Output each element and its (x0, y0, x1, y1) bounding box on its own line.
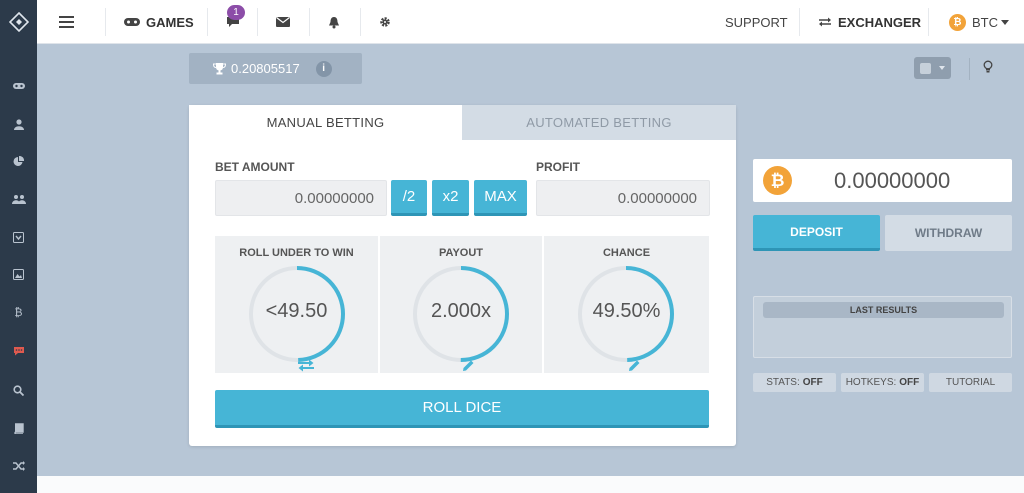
roll-under-box[interactable]: ROLL UNDER TO WIN <49.50 (215, 236, 378, 373)
bitcoin-icon[interactable]: ₿ (0, 303, 37, 323)
shuffle-icon[interactable] (0, 456, 37, 476)
menu-icon[interactable] (58, 0, 74, 44)
divider (928, 8, 929, 36)
roll-under-value: <49.50 (265, 300, 328, 322)
settings-button[interactable] (379, 0, 391, 44)
left-sidebar: ₿ (0, 0, 37, 493)
divider (309, 8, 310, 36)
exchanger-button[interactable]: EXCHANGER (818, 0, 921, 44)
image-icon[interactable] (0, 264, 37, 284)
divider (799, 8, 800, 36)
jackpot-bar: 0.20805517 i (189, 53, 362, 84)
currency-dropdown[interactable]: ₿ BTC (949, 0, 1009, 44)
gear-icon (380, 17, 390, 27)
currency-label: BTC (972, 14, 998, 30)
profit-input[interactable]: 0.00000000 (536, 180, 710, 216)
support-link[interactable]: SUPPORT (725, 0, 788, 44)
gamepad-icon (124, 18, 140, 26)
jackpot-value: 0.20805517 (231, 61, 300, 76)
chance-box[interactable]: CHANCE 49.50% (544, 236, 709, 373)
chevron-down-icon (1001, 19, 1009, 25)
games-label: GAMES (146, 14, 194, 30)
double-bet-button[interactable]: x2 (432, 180, 469, 216)
betting-panel: MANUAL BETTING AUTOMATED BETTING BET AMO… (189, 105, 736, 446)
tab-manual-betting[interactable]: MANUAL BETTING (189, 105, 462, 140)
search-icon[interactable] (0, 380, 37, 400)
divider (360, 8, 361, 36)
last-results-header: LAST RESULTS (763, 302, 1004, 318)
stats-toggle[interactable]: STATS: OFF (753, 373, 836, 392)
chance-title: CHANCE (602, 247, 651, 259)
theme-toggle[interactable] (914, 57, 951, 79)
hotkeys-toggle[interactable]: HOTKEYS: OFF (841, 373, 924, 392)
logo-icon[interactable] (0, 0, 37, 44)
divider (105, 8, 106, 36)
last-results-panel: LAST RESULTS (753, 296, 1012, 358)
bitcoin-icon: ₿ (763, 166, 792, 195)
tab-automated-betting[interactable]: AUTOMATED BETTING (462, 105, 736, 140)
max-bet-button[interactable]: MAX (474, 180, 527, 216)
user-icon[interactable] (0, 114, 37, 134)
inbox-icon[interactable] (0, 227, 37, 247)
chance-value: 49.50% (592, 300, 661, 322)
book-icon[interactable] (0, 418, 37, 438)
balance-value: 0.00000000 (834, 167, 951, 193)
footer-strip (37, 476, 1024, 493)
roll-under-title: ROLL UNDER TO WIN (239, 247, 354, 259)
trophy-icon (213, 63, 226, 75)
hotkeys-toggle-label: HOTKEYS: (845, 377, 897, 388)
exchanger-label: EXCHANGER (838, 14, 922, 30)
exchange-icon (819, 17, 831, 27)
chat-badge: 1 (227, 5, 245, 20)
payout-title: PAYOUT (438, 247, 483, 259)
pie-chart-icon[interactable] (0, 151, 37, 171)
bell-icon (329, 16, 339, 28)
notifications-button[interactable] (328, 0, 340, 44)
top-navbar: GAMES 1 SUPPORT EXCHANGER ₿ BTC (37, 0, 1024, 44)
withdraw-button[interactable]: WITHDRAW (885, 215, 1012, 251)
chevron-down-icon (939, 66, 945, 70)
mail-button[interactable] (276, 0, 290, 44)
divider (969, 58, 970, 80)
deposit-button[interactable]: DEPOSIT (753, 215, 880, 251)
bet-amount-label: BET AMOUNT (215, 160, 295, 174)
chat-icon[interactable] (0, 341, 37, 361)
stats-toggle-label: STATS: (766, 377, 800, 388)
info-icon[interactable]: i (315, 60, 332, 77)
users-icon[interactable] (0, 189, 37, 209)
tutorial-button[interactable]: TUTORIAL (929, 373, 1012, 392)
divider (207, 8, 208, 36)
games-button[interactable]: GAMES (124, 0, 194, 44)
bitcoin-icon: ₿ (949, 13, 966, 31)
lightbulb-icon[interactable] (983, 60, 999, 76)
payout-box[interactable]: PAYOUT 2.000x (380, 236, 542, 373)
payout-value: 2.000x (430, 300, 492, 322)
gamepad-icon[interactable] (0, 76, 37, 96)
mail-icon (276, 17, 290, 27)
profit-label: PROFIT (536, 160, 580, 174)
hotkeys-toggle-value: OFF (899, 377, 920, 388)
half-bet-button[interactable]: /2 (391, 180, 427, 216)
stats-toggle-value: OFF (802, 377, 823, 388)
balance-display: ₿ 0.00000000 (753, 159, 1012, 202)
roll-dice-button[interactable]: ROLL DICE (215, 390, 709, 428)
divider (257, 8, 258, 36)
bet-amount-input[interactable]: 0.00000000 (215, 180, 387, 216)
